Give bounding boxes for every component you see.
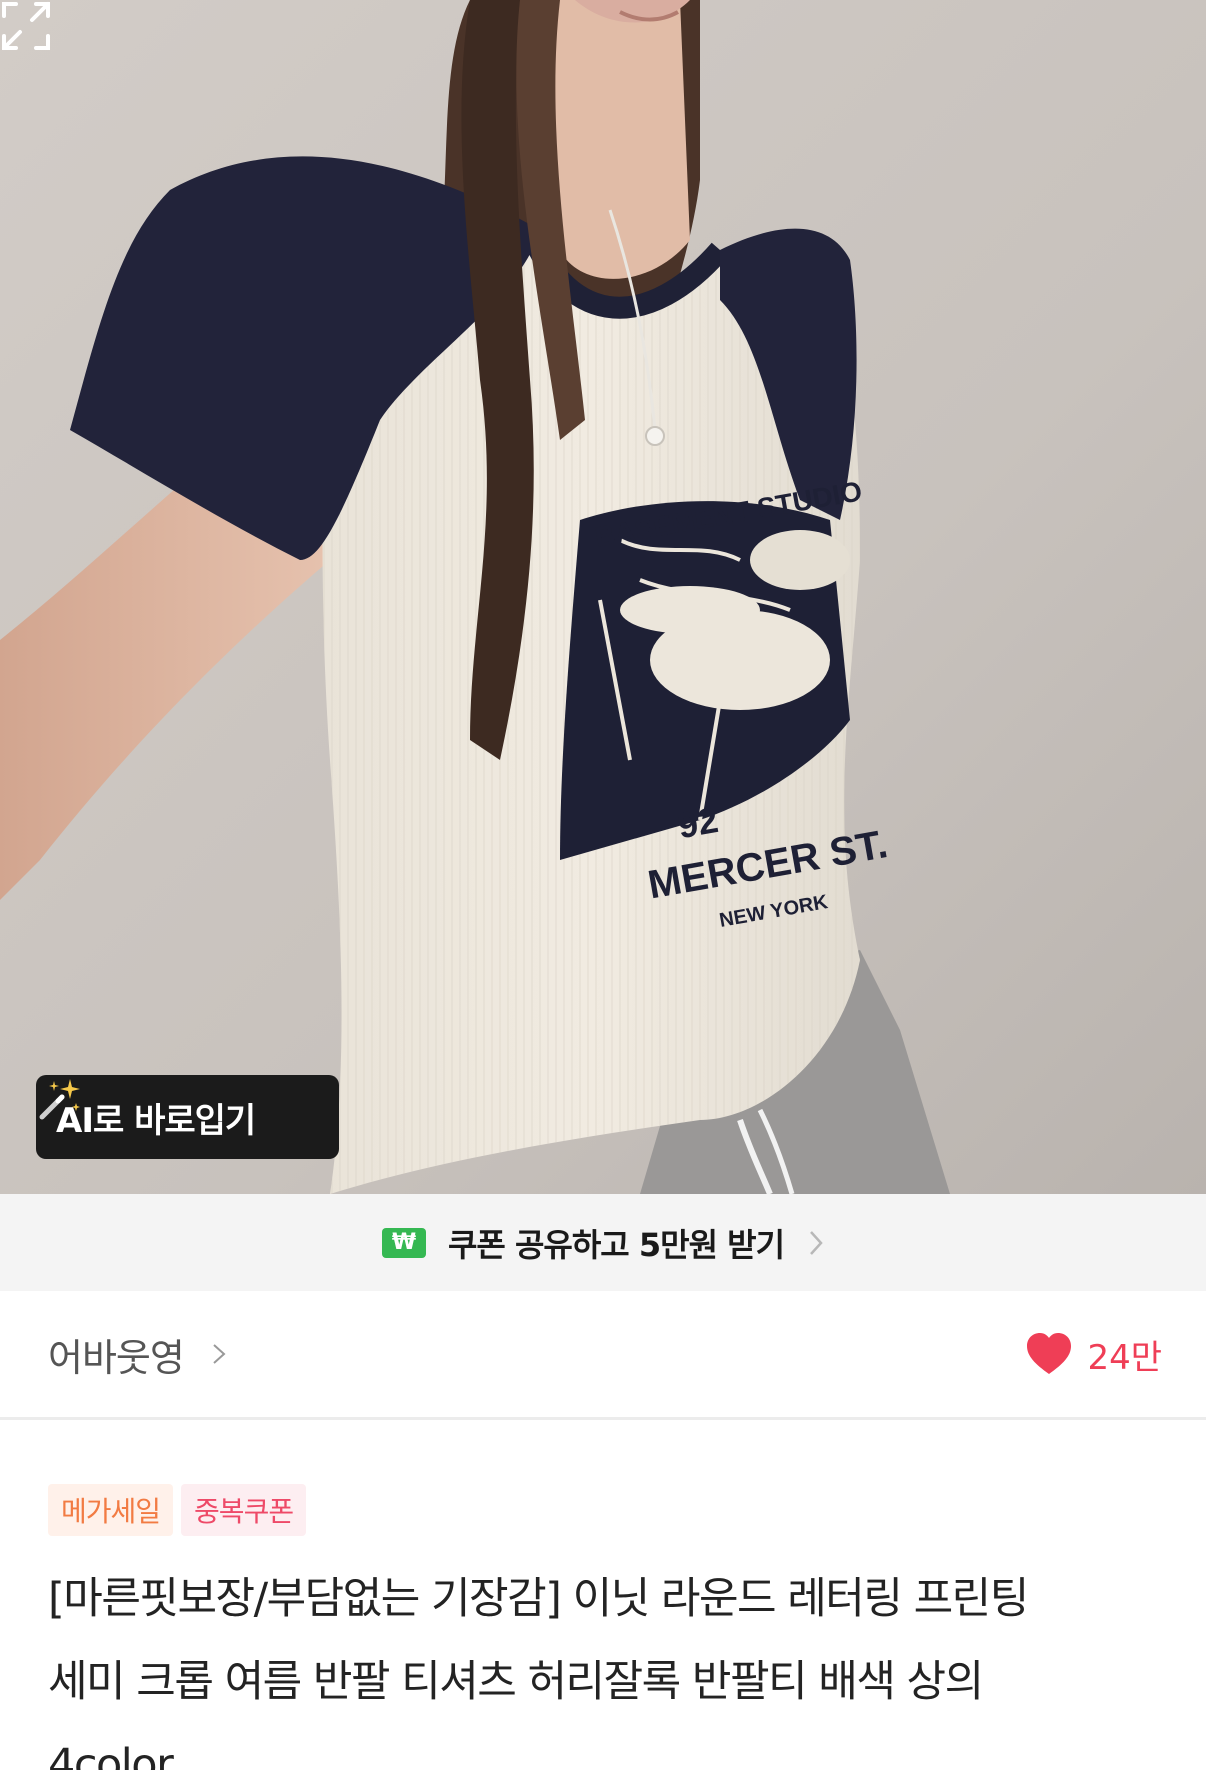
product-image[interactable]: BASEMENT STUDIO 92 MERCER ST. NEW YORK A… (0, 0, 1206, 1194)
ai-try-on-label: AI로 바로입기 (56, 1100, 256, 1141)
print-line-2: 92 (675, 799, 722, 846)
store-row: 어바웃영 24만 (0, 1291, 1206, 1420)
mega-sale-tag: 메가세일 (48, 1484, 174, 1536)
product-photo: BASEMENT STUDIO 92 MERCER ST. NEW YORK (0, 0, 1206, 1194)
expand-icon[interactable] (0, 0, 52, 52)
magic-wand-icon (39, 1079, 80, 1120)
chevron-right-icon (213, 1344, 226, 1364)
promo-tags: 메가세일 중복쿠폰 (48, 1484, 307, 1536)
store-name: 어바웃영 (48, 1335, 185, 1380)
coupon-share-text: 쿠폰 공유하고 5만원 받기 (447, 1225, 785, 1264)
heart-icon (1027, 1333, 1072, 1374)
product-title: [마른핏보장/부담없는 기장감] 이닛 라운드 레터링 프린팅 세미 크롭 여름… (48, 1558, 1158, 1770)
product-title-line: 세미 크롭 여름 반팔 티셔츠 허리잘록 반팔티 배색 상의 (48, 1657, 984, 1707)
like-button[interactable]: 24만 (1025, 1330, 1162, 1379)
duplicate-coupon-tag: 중복쿠폰 (181, 1484, 307, 1536)
like-count: 24만 (1087, 1337, 1162, 1378)
product-title-line: [마른핏보장/부담없는 기장감] 이닛 라운드 레터링 프린팅 (48, 1574, 1029, 1624)
store-link[interactable]: 어바웃영 (48, 1327, 226, 1382)
product-title-line: 4color (48, 1740, 174, 1770)
ai-try-on-button[interactable]: AI로 바로입기 (36, 1075, 339, 1159)
won-badge-icon: ₩ (381, 1227, 426, 1258)
chevron-right-icon (810, 1230, 823, 1255)
coupon-share-banner[interactable]: ₩ 쿠폰 공유하고 5만원 받기 (0, 1194, 1206, 1291)
